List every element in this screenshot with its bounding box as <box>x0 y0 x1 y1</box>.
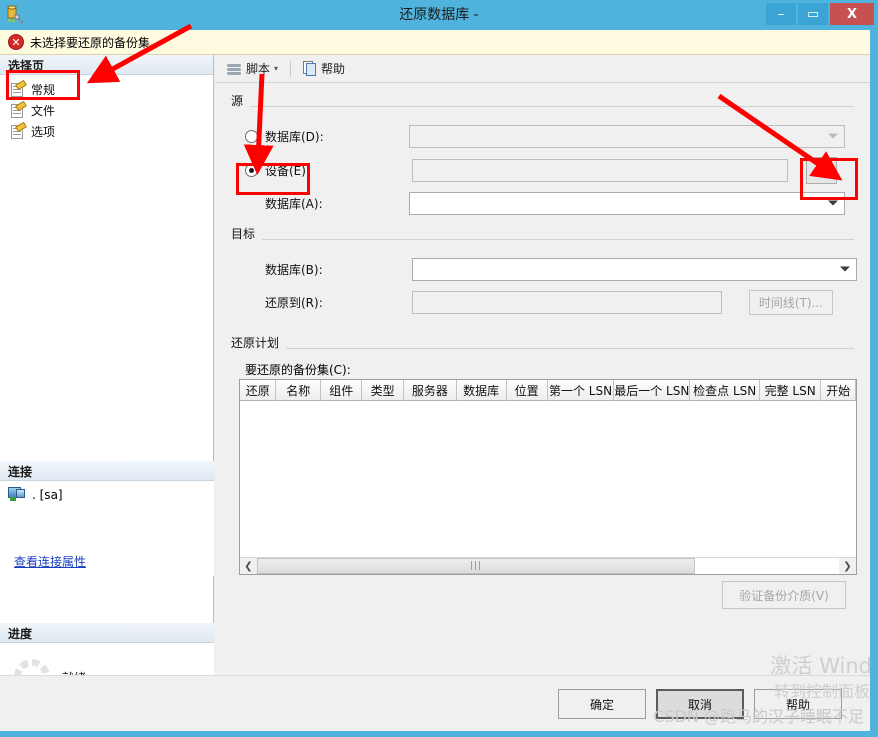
source-db-row: 数据库(A): <box>245 188 845 218</box>
ok-button[interactable]: 确定 <box>558 689 646 719</box>
destination-database-label: 数据库(B): <box>265 262 323 277</box>
source-device-label: 设备(E): <box>265 163 310 178</box>
source-device-radio[interactable] <box>245 163 258 177</box>
right-pane: 脚本 ▾ 帮助 源 数据库(D): 设备(E): ... 数据库(A): 目标 … <box>215 55 870 659</box>
column-header-type[interactable]: 类型 <box>362 380 404 401</box>
chevron-down-icon <box>840 266 850 272</box>
column-header-position[interactable]: 位置 <box>506 380 548 401</box>
restore-to-row: 还原到(R): 时间线(T)... <box>245 287 878 317</box>
scrollbar-grip-icon: ||| <box>469 561 483 571</box>
script-button-label: 脚本 <box>246 62 271 76</box>
server-icon <box>8 487 26 502</box>
scrollbar-thumb[interactable]: ||| <box>257 558 695 574</box>
source-device-row: 设备(E): ... <box>245 155 865 185</box>
backupsets-grid[interactable]: 还原 名称 组件 类型 服务器 数据库 位置 第一个 LSN 最后一个 LSN … <box>239 379 857 575</box>
script-icon <box>227 62 242 76</box>
view-connection-properties-link[interactable]: 查看连接属性 <box>14 553 86 570</box>
source-group: 源 数据库(D): 设备(E): ... 数据库(A): <box>231 92 854 215</box>
toolbar-help-label: 帮助 <box>321 62 346 76</box>
source-database-radio[interactable] <box>245 129 258 143</box>
progress-header: 进度 <box>0 623 214 643</box>
toolbar-help-button[interactable]: 帮助 <box>299 58 349 79</box>
titlebar: 还原数据库 - – ▭ X <box>0 0 878 30</box>
source-db-combo[interactable] <box>409 191 845 215</box>
restore-to-textbox[interactable] <box>412 290 722 314</box>
error-message: 未选择要还原的备份集。 <box>30 35 163 50</box>
toolbar-divider <box>290 60 292 77</box>
connection-body: . [sa] 查看连接属性 <box>0 481 214 576</box>
window-title: 还原数据库 - <box>399 7 479 23</box>
source-database-label: 数据库(D): <box>265 129 324 144</box>
error-bar: ✕ 未选择要还原的备份集。 <box>0 30 870 55</box>
destination-database-combo[interactable] <box>412 257 857 281</box>
column-header-component[interactable]: 组件 <box>321 380 363 401</box>
source-db-label: 数据库(A): <box>265 196 323 211</box>
verify-backup-media-button[interactable]: 验证备份介质(V) <box>722 581 846 609</box>
sidebar-item-files[interactable]: 文件 <box>0 100 213 121</box>
error-icon: ✕ <box>8 34 24 50</box>
scrollbar-track[interactable]: ||| <box>257 558 839 574</box>
cancel-button[interactable]: 取消 <box>656 689 744 719</box>
sidebar-item-general-label: 常规 <box>31 83 56 97</box>
left-pane: 选择页 常规 文件 选项 连接 . [sa] 查看连接属性 进度 <box>0 55 214 711</box>
backupsets-grid-header: 还原 名称 组件 类型 服务器 数据库 位置 第一个 LSN 最后一个 LSN … <box>240 380 856 401</box>
toolbar: 脚本 ▾ 帮助 <box>215 55 870 83</box>
source-database-row: 数据库(D): <box>245 121 845 151</box>
close-button[interactable]: X <box>830 3 874 25</box>
dialog-body: 选择页 常规 文件 选项 连接 . [sa] 查看连接属性 进度 脚本 ▾ 帮助… <box>0 55 870 711</box>
dialog-footer: 确定 取消 帮助 <box>0 675 870 731</box>
source-group-title: 源 <box>231 92 251 109</box>
source-device-textbox[interactable] <box>412 158 788 182</box>
column-header-start[interactable]: 开始 <box>821 380 856 401</box>
column-header-restore[interactable]: 还原 <box>240 380 277 401</box>
chevron-down-icon <box>828 133 838 139</box>
column-header-last-lsn[interactable]: 最后一个 LSN <box>614 380 691 401</box>
restore-plan-group: 还原计划 要还原的备份集(C): 还原 名称 组件 类型 服务器 数据库 位置 … <box>231 334 857 609</box>
destination-database-row: 数据库(B): <box>245 254 865 284</box>
connection-server-row: . [sa] <box>8 487 206 502</box>
connection-server-label: . [sa] <box>32 487 63 502</box>
page-options-icon <box>10 121 27 139</box>
general-page-content: 源 数据库(D): 设备(E): ... 数据库(A): 目标 数据库(B): … <box>215 83 870 609</box>
help-button[interactable]: 帮助 <box>754 689 842 719</box>
minimize-button[interactable]: – <box>766 3 796 25</box>
restore-to-label: 还原到(R): <box>265 295 323 310</box>
sidebar-item-options[interactable]: 选项 <box>0 121 213 142</box>
column-header-database[interactable]: 数据库 <box>456 380 507 401</box>
page-general-icon <box>10 79 27 97</box>
connection-header: 连接 <box>0 461 214 481</box>
column-header-full-lsn[interactable]: 完整 LSN <box>759 380 822 401</box>
chevron-down-icon <box>828 200 838 206</box>
backupsets-horizontal-scrollbar[interactable]: ❮ ||| ❯ <box>240 557 856 574</box>
column-header-server[interactable]: 服务器 <box>403 380 457 401</box>
backupsets-label: 要还原的备份集(C): <box>245 363 351 377</box>
chevron-down-icon: ▾ <box>274 64 279 73</box>
destination-group: 目标 数据库(B): 还原到(R): 时间线(T)... <box>231 225 857 327</box>
sidebar-item-files-label: 文件 <box>31 104 56 118</box>
backupsets-grid-body[interactable] <box>240 401 856 561</box>
sidebar-item-general[interactable]: 常规 <box>0 79 213 100</box>
browse-device-button[interactable]: ... <box>806 156 837 184</box>
maximize-button[interactable]: ▭ <box>798 3 828 25</box>
scroll-left-icon[interactable]: ❮ <box>240 558 257 574</box>
window-controls: – ▭ X <box>766 3 874 25</box>
connection-section: 连接 . [sa] 查看连接属性 <box>0 461 214 576</box>
page-nav-list: 常规 文件 选项 <box>0 75 213 142</box>
restore-plan-group-title: 还原计划 <box>231 334 287 351</box>
column-header-checkpoint-lsn[interactable]: 检查点 LSN <box>690 380 760 401</box>
page-files-icon <box>10 100 27 118</box>
restore-database-window: 还原数据库 - – ▭ X ✕ 未选择要还原的备份集。 选择页 常规 文件 选项… <box>0 0 878 737</box>
scroll-right-icon[interactable]: ❯ <box>839 558 856 574</box>
select-page-header: 选择页 <box>0 55 213 75</box>
destination-group-title: 目标 <box>231 225 263 242</box>
footer-buttons: 确定 取消 帮助 <box>558 689 842 719</box>
timeline-button[interactable]: 时间线(T)... <box>749 289 833 315</box>
sidebar-item-options-label: 选项 <box>31 125 56 139</box>
source-database-combo[interactable] <box>409 124 845 148</box>
script-button[interactable]: 脚本 ▾ <box>223 58 282 79</box>
help-icon <box>303 61 317 76</box>
column-header-name[interactable]: 名称 <box>276 380 322 401</box>
column-header-first-lsn[interactable]: 第一个 LSN <box>547 380 615 401</box>
